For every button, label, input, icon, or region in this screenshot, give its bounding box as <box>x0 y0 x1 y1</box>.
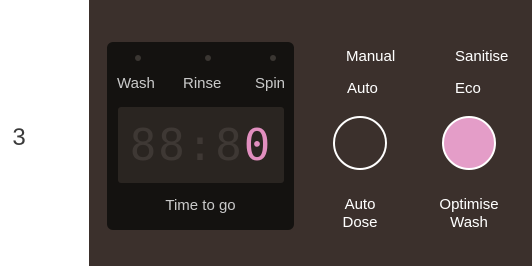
eco-option-label: Eco <box>455 80 481 97</box>
time-to-go-label: Time to go <box>165 197 236 214</box>
spin-label: Spin <box>255 75 286 92</box>
optimise-wash-label-line1: Optimise <box>439 196 499 213</box>
rinse-label: Rinse <box>183 75 222 92</box>
optimise-wash-label: Optimise Wash <box>421 196 517 232</box>
spin-indicator-led <box>270 55 276 61</box>
rinse-indicator-led <box>205 55 211 61</box>
auto-dose-label-line1: Auto <box>344 196 376 213</box>
auto-option-label: Auto <box>347 80 378 97</box>
auto-dose-label-line2: Dose <box>342 214 378 231</box>
step-number: 3 <box>12 124 26 151</box>
sanitise-option-label: Sanitise <box>455 48 509 65</box>
lit-digit: 0 <box>243 119 273 171</box>
auto-dose-label: Auto Dose <box>320 196 400 232</box>
auto-dose-button[interactable] <box>333 116 387 170</box>
wash-label: Wash <box>117 75 155 92</box>
manual-option-label: Manual <box>346 48 396 65</box>
digit-display: 88:80 <box>118 107 284 183</box>
optimise-wash-button[interactable] <box>442 116 496 170</box>
dim-digits: 88:8 <box>129 119 244 171</box>
optimise-wash-label-line2: Wash <box>450 214 488 231</box>
wash-indicator-led <box>135 55 141 61</box>
time-readout: 88:80 <box>130 120 272 171</box>
